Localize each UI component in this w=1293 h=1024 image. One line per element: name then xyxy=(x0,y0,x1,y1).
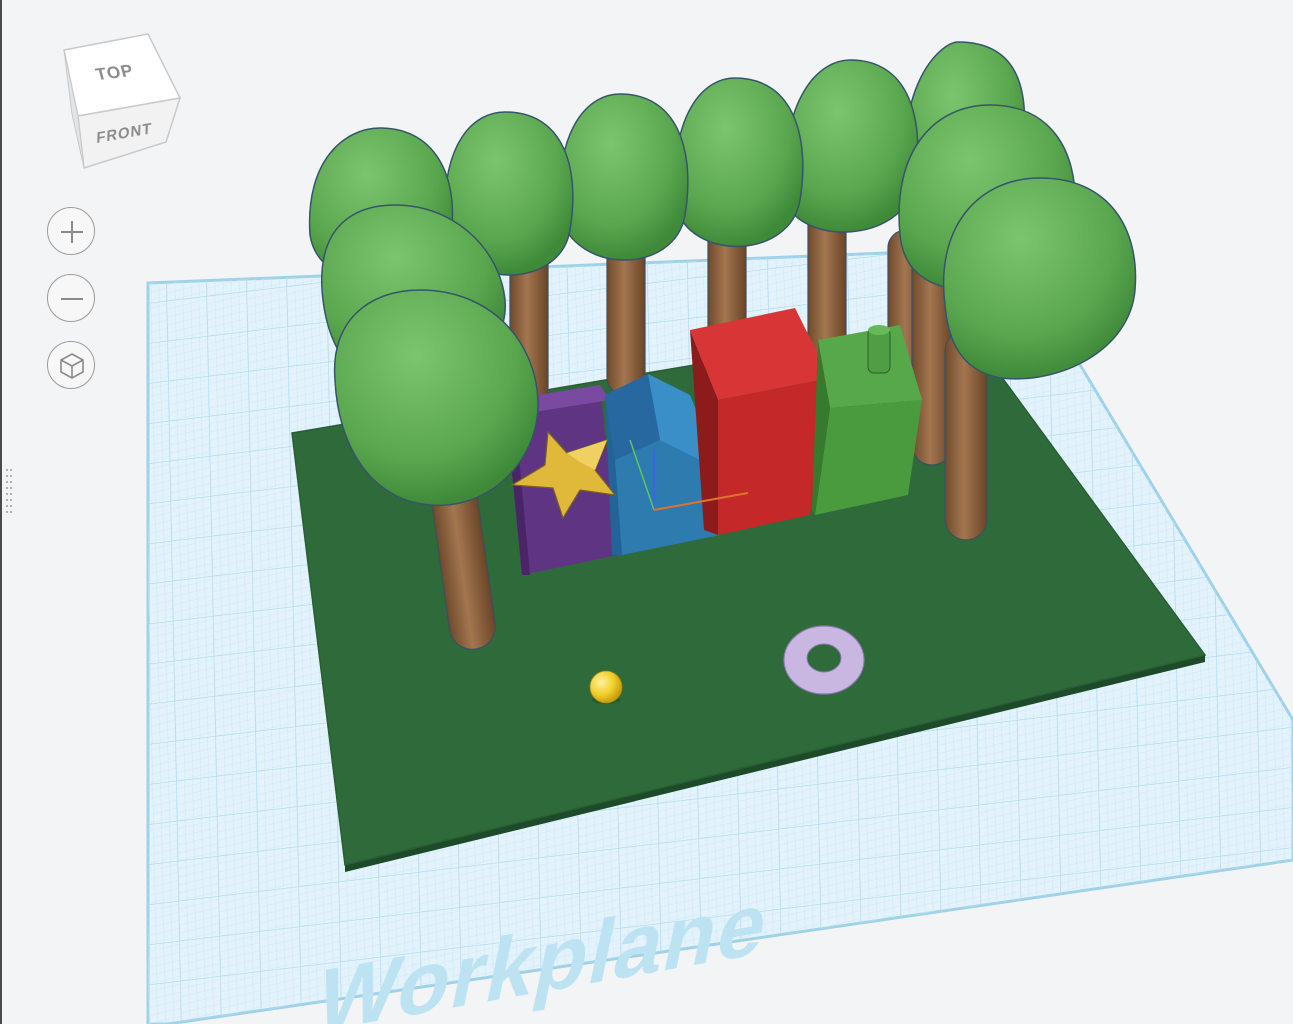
left-panel-edge xyxy=(0,0,2,1024)
panel-resize-handle[interactable] xyxy=(4,466,14,518)
home-view-button[interactable] xyxy=(47,341,95,389)
red-block[interactable] xyxy=(690,308,830,535)
scene-canvas[interactable] xyxy=(0,0,1293,1024)
plus-icon xyxy=(61,221,83,243)
view-cube[interactable]: TOP FRONT xyxy=(58,30,188,175)
zoom-out-button[interactable] xyxy=(47,274,95,322)
purple-torus[interactable] xyxy=(783,625,865,695)
3d-viewport[interactable]: Workplane TOP FRONT xyxy=(0,0,1293,1024)
minus-icon xyxy=(61,298,83,300)
yellow-sphere[interactable] xyxy=(589,670,623,704)
cube-home-icon xyxy=(60,353,84,379)
zoom-in-button[interactable] xyxy=(47,207,95,255)
green-block[interactable] xyxy=(812,325,922,515)
